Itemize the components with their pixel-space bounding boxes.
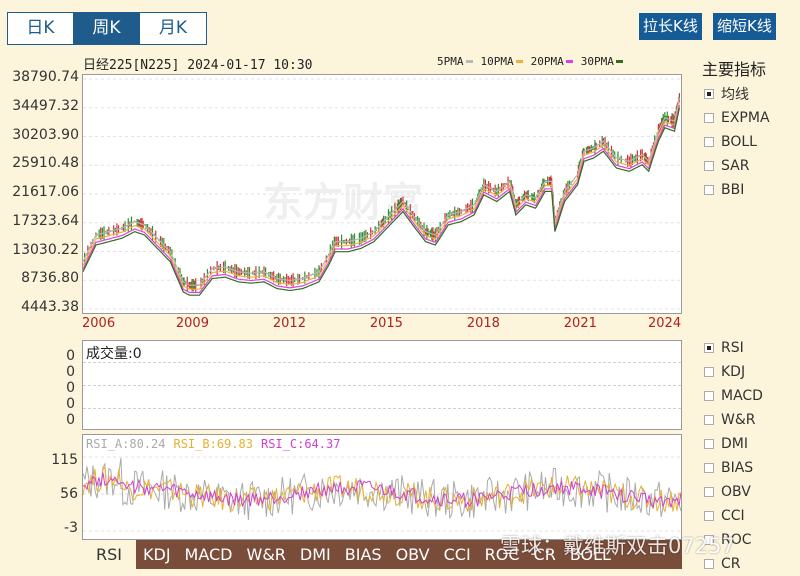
ma-series-line [83,104,680,294]
ma10-legend: 10PMA [481,55,523,68]
checkbox-icon[interactable] [704,439,714,449]
checkbox-icon[interactable] [704,343,714,353]
lengthen-candles-button[interactable]: 拉长K线 [639,13,702,40]
checkbox-icon[interactable] [704,463,714,473]
price-y-tick: 30203.90 [12,126,79,143]
chart-title: 日经225[N225] 2024-01-17 10:30 [83,58,313,73]
ma-series-line [83,107,680,296]
ma20-legend: 20PMA [531,55,573,68]
main-indicators-title: 主要指标 [702,60,767,79]
tab-monthly[interactable]: 月K [140,13,206,44]
sub-indicator-wr[interactable]: W&R [704,408,763,432]
rsi-series-line [83,457,681,521]
price-y-tick: 25910.48 [12,155,79,172]
checkbox-icon[interactable] [704,113,714,123]
indicator-boll[interactable]: BOLL [704,130,770,154]
sub-indicator-obv[interactable]: OBV [704,480,763,504]
price-y-tick: 34497.32 [12,97,79,114]
tab-dmi[interactable]: DMI [293,540,338,569]
volume-tick: 0 [66,412,75,428]
tab-bias[interactable]: BIAS [338,540,389,569]
shorten-candles-button[interactable]: 缩短K线 [713,13,776,40]
price-y-tick: 4443.38 [21,299,79,315]
tab-rsi[interactable]: RSI [82,540,136,569]
ma-series-line [83,97,680,286]
indicator-bbi[interactable]: BBI [704,178,770,202]
tab-wr[interactable]: W&R [240,540,293,569]
xueqiu-watermark: 雪球：戴维斯双击07257 [500,534,735,558]
x-axis-tick: 2012 [272,316,306,331]
rsi-chart [83,456,681,532]
rsi-tick-mid: 56 [60,486,78,502]
main-indicator-list: 均线 EXPMA BOLL SAR BBI [704,82,770,202]
checkbox-icon[interactable] [704,511,714,521]
checkbox-icon[interactable] [704,559,714,569]
price-y-tick: 13030.22 [12,241,79,258]
rsi-tick-bottom: -3 [64,520,78,536]
sub-indicator-kdj[interactable]: KDJ [704,360,763,384]
sub-indicator-dmi[interactable]: DMI [704,432,763,456]
sub-indicator-macd[interactable]: MACD [704,384,763,408]
ma5-legend: 5PMA [437,55,473,68]
ma-legend: 5PMA 10PMA 20PMA 30PMA [437,55,623,68]
volume-tick: 0 [66,396,75,412]
volume-tick: 0 [66,364,75,380]
rsi-panel[interactable]: RSI_A:80.24 RSI_B:69.83 RSI_C:64.37 [82,434,682,540]
checkbox-icon[interactable] [704,89,714,99]
volume-panel[interactable]: 成交量:0 [82,340,682,430]
checkbox-icon[interactable] [704,487,714,497]
volume-y-axis: 0 0 0 0 0 [40,348,75,428]
price-chart [83,78,681,310]
volume-tick: 0 [66,348,75,364]
indicator-ma[interactable]: 均线 [704,82,770,106]
checkbox-icon[interactable] [704,367,714,377]
checkbox-icon[interactable] [704,137,714,147]
tab-kdj[interactable]: KDJ [136,540,178,569]
price-y-tick: 21617.06 [12,184,79,200]
tab-daily[interactable]: 日K [8,13,74,44]
rsi-tick-top: 115 [51,452,78,468]
price-y-tick: 38790.74 [12,69,79,85]
price-chart-panel[interactable]: 东方财富 [82,74,682,314]
x-axis-tick: 2021 [563,316,597,331]
checkbox-icon[interactable] [704,161,714,171]
sub-indicator-rsi[interactable]: RSI [704,336,763,360]
indicator-sar[interactable]: SAR [704,154,770,178]
price-y-axis: 38790.74 34497.32 30203.90 25910.48 21617.06… [0,64,79,324]
x-axis-tick: 2015 [369,316,403,331]
sub-indicator-cci[interactable]: CCI [704,504,763,528]
x-axis-tick: 2006 [82,316,116,331]
tab-weekly[interactable]: 周K [74,13,140,44]
time-x-axis: 2006 2009 2012 2015 2018 2021 2024 [82,316,682,334]
tab-cci[interactable]: CCI [437,540,478,569]
checkbox-icon[interactable] [704,185,714,195]
checkbox-icon[interactable] [704,415,714,425]
ma30-legend: 30PMA [581,55,623,68]
x-axis-tick: 2024 [648,316,682,331]
tab-macd[interactable]: MACD [178,540,240,569]
period-tabs: 日K 周K 月K [7,12,207,45]
x-axis-tick: 2018 [466,316,500,331]
x-axis-tick: 2009 [175,316,209,331]
volume-label: 成交量:0 [86,346,142,362]
price-y-tick: 17323.64 [12,212,79,229]
sub-indicator-bias[interactable]: BIAS [704,456,763,480]
price-y-tick: 8736.80 [21,270,79,287]
checkbox-icon[interactable] [704,391,714,401]
ma-series-line [83,101,680,290]
volume-tick: 0 [66,380,75,396]
indicator-expma[interactable]: EXPMA [704,106,770,130]
tab-obv[interactable]: OBV [389,540,437,569]
